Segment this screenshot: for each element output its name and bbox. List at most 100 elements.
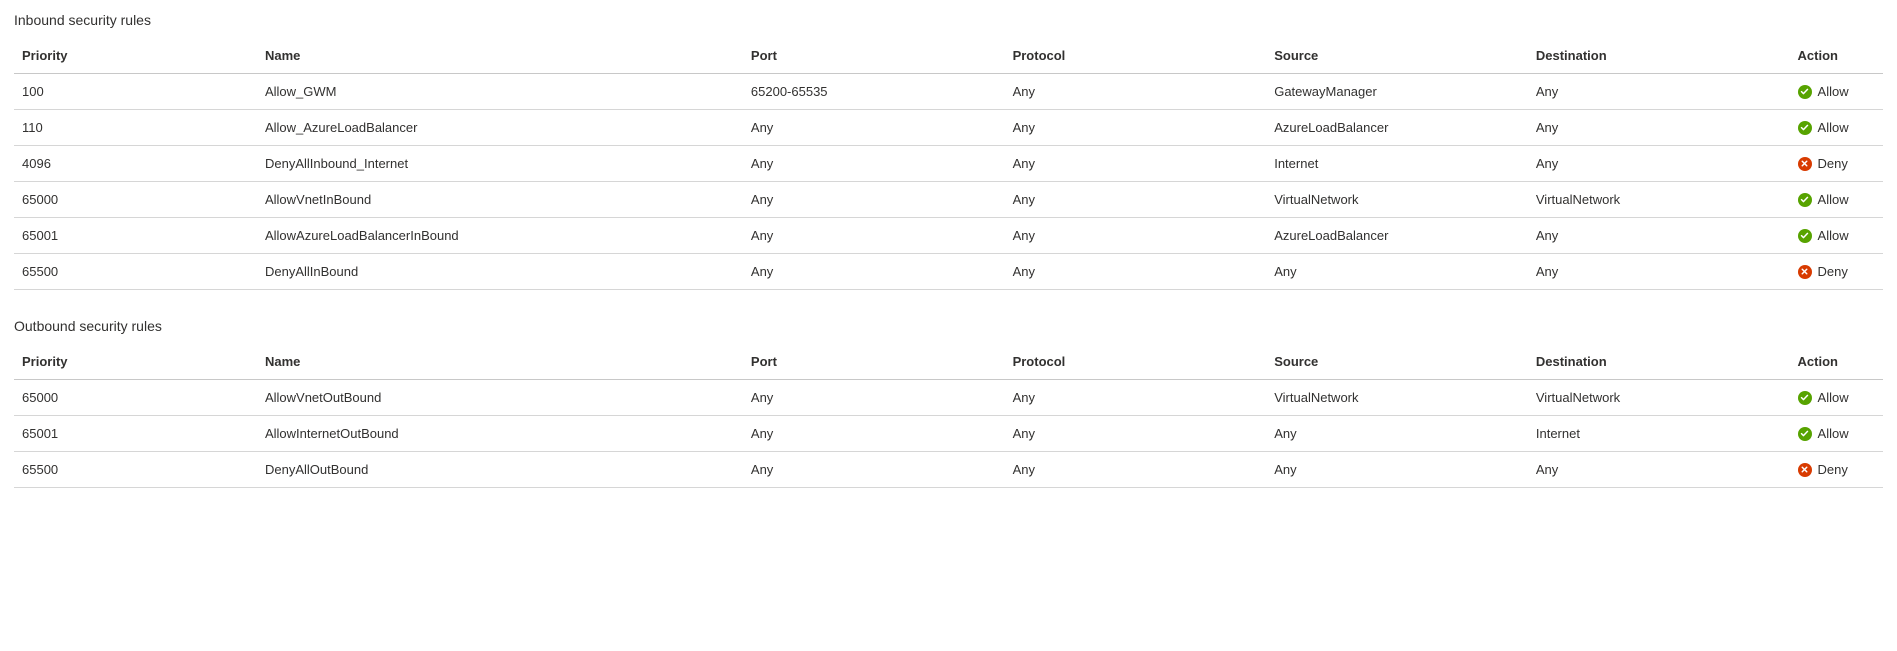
cell-port: Any — [743, 182, 1005, 218]
cell-name: Allow_GWM — [257, 74, 743, 110]
cell-port: Any — [743, 218, 1005, 254]
cell-port: 65200-65535 — [743, 74, 1005, 110]
outbound-security-rules-section: Outbound security rules Priority Name Po… — [14, 318, 1883, 488]
action-label: Allow — [1818, 426, 1849, 441]
action-label: Deny — [1818, 264, 1848, 279]
action-wrapper: Deny — [1798, 462, 1875, 477]
cell-protocol: Any — [1005, 254, 1267, 290]
action-label: Deny — [1818, 156, 1848, 171]
column-header-destination[interactable]: Destination — [1528, 38, 1790, 74]
cell-destination: Any — [1528, 452, 1790, 488]
cell-destination: Any — [1528, 254, 1790, 290]
column-header-source[interactable]: Source — [1266, 38, 1528, 74]
table-row[interactable]: 65000AllowVnetOutBoundAnyAnyVirtualNetwo… — [14, 380, 1883, 416]
cell-name: DenyAllOutBound — [257, 452, 743, 488]
column-header-port[interactable]: Port — [743, 344, 1005, 380]
cell-destination: VirtualNetwork — [1528, 182, 1790, 218]
cell-name: Allow_AzureLoadBalancer — [257, 110, 743, 146]
action-wrapper: Allow — [1798, 84, 1875, 99]
column-header-action[interactable]: Action — [1790, 38, 1883, 74]
cell-port: Any — [743, 146, 1005, 182]
table-row[interactable]: 65000AllowVnetInBoundAnyAnyVirtualNetwor… — [14, 182, 1883, 218]
cell-action: Allow — [1790, 110, 1883, 146]
cell-action: Deny — [1790, 254, 1883, 290]
cell-action: Allow — [1790, 416, 1883, 452]
table-row[interactable]: 100Allow_GWM65200-65535AnyGatewayManager… — [14, 74, 1883, 110]
action-wrapper: Deny — [1798, 264, 1875, 279]
table-header-row: Priority Name Port Protocol Source Desti… — [14, 344, 1883, 380]
table-row[interactable]: 65500DenyAllInBoundAnyAnyAnyAnyDeny — [14, 254, 1883, 290]
table-row[interactable]: 65001AllowInternetOutBoundAnyAnyAnyInter… — [14, 416, 1883, 452]
inbound-security-rules-section: Inbound security rules Priority Name Por… — [14, 12, 1883, 290]
column-header-priority[interactable]: Priority — [14, 38, 257, 74]
cell-source: GatewayManager — [1266, 74, 1528, 110]
cell-source: VirtualNetwork — [1266, 380, 1528, 416]
column-header-protocol[interactable]: Protocol — [1005, 38, 1267, 74]
cell-destination: Any — [1528, 146, 1790, 182]
cell-priority: 4096 — [14, 146, 257, 182]
table-row[interactable]: 65001AllowAzureLoadBalancerInBoundAnyAny… — [14, 218, 1883, 254]
cell-destination: Any — [1528, 74, 1790, 110]
allow-icon — [1798, 391, 1812, 405]
cell-name: AllowVnetInBound — [257, 182, 743, 218]
action-wrapper: Allow — [1798, 426, 1875, 441]
action-wrapper: Allow — [1798, 192, 1875, 207]
action-wrapper: Allow — [1798, 120, 1875, 135]
cell-action: Allow — [1790, 218, 1883, 254]
cell-protocol: Any — [1005, 452, 1267, 488]
column-header-destination[interactable]: Destination — [1528, 344, 1790, 380]
action-label: Allow — [1818, 192, 1849, 207]
cell-source: AzureLoadBalancer — [1266, 110, 1528, 146]
action-wrapper: Deny — [1798, 156, 1875, 171]
cell-protocol: Any — [1005, 74, 1267, 110]
allow-icon — [1798, 427, 1812, 441]
cell-priority: 65001 — [14, 218, 257, 254]
cell-destination: VirtualNetwork — [1528, 380, 1790, 416]
cell-source: Any — [1266, 452, 1528, 488]
cell-priority: 65001 — [14, 416, 257, 452]
cell-priority: 65500 — [14, 254, 257, 290]
column-header-name[interactable]: Name — [257, 344, 743, 380]
cell-priority: 65000 — [14, 182, 257, 218]
action-label: Allow — [1818, 120, 1849, 135]
inbound-section-title: Inbound security rules — [14, 12, 1883, 28]
action-label: Allow — [1818, 390, 1849, 405]
cell-protocol: Any — [1005, 218, 1267, 254]
cell-name: AllowAzureLoadBalancerInBound — [257, 218, 743, 254]
cell-action: Allow — [1790, 380, 1883, 416]
deny-icon — [1798, 157, 1812, 171]
cell-name: DenyAllInbound_Internet — [257, 146, 743, 182]
cell-source: VirtualNetwork — [1266, 182, 1528, 218]
cell-port: Any — [743, 416, 1005, 452]
column-header-action[interactable]: Action — [1790, 344, 1883, 380]
cell-destination: Any — [1528, 218, 1790, 254]
inbound-rules-table: Priority Name Port Protocol Source Desti… — [14, 38, 1883, 290]
cell-port: Any — [743, 110, 1005, 146]
deny-icon — [1798, 265, 1812, 279]
cell-destination: Any — [1528, 110, 1790, 146]
cell-action: Allow — [1790, 74, 1883, 110]
cell-source: Any — [1266, 416, 1528, 452]
action-label: Allow — [1818, 228, 1849, 243]
cell-port: Any — [743, 452, 1005, 488]
column-header-name[interactable]: Name — [257, 38, 743, 74]
action-wrapper: Allow — [1798, 228, 1875, 243]
cell-action: Deny — [1790, 146, 1883, 182]
column-header-source[interactable]: Source — [1266, 344, 1528, 380]
allow-icon — [1798, 121, 1812, 135]
column-header-priority[interactable]: Priority — [14, 344, 257, 380]
table-row[interactable]: 65500DenyAllOutBoundAnyAnyAnyAnyDeny — [14, 452, 1883, 488]
outbound-rules-table: Priority Name Port Protocol Source Desti… — [14, 344, 1883, 488]
allow-icon — [1798, 193, 1812, 207]
outbound-section-title: Outbound security rules — [14, 318, 1883, 334]
allow-icon — [1798, 85, 1812, 99]
deny-icon — [1798, 463, 1812, 477]
cell-port: Any — [743, 380, 1005, 416]
cell-protocol: Any — [1005, 146, 1267, 182]
column-header-protocol[interactable]: Protocol — [1005, 344, 1267, 380]
cell-name: DenyAllInBound — [257, 254, 743, 290]
table-row[interactable]: 110Allow_AzureLoadBalancerAnyAnyAzureLoa… — [14, 110, 1883, 146]
table-row[interactable]: 4096DenyAllInbound_InternetAnyAnyInterne… — [14, 146, 1883, 182]
column-header-port[interactable]: Port — [743, 38, 1005, 74]
cell-priority: 110 — [14, 110, 257, 146]
